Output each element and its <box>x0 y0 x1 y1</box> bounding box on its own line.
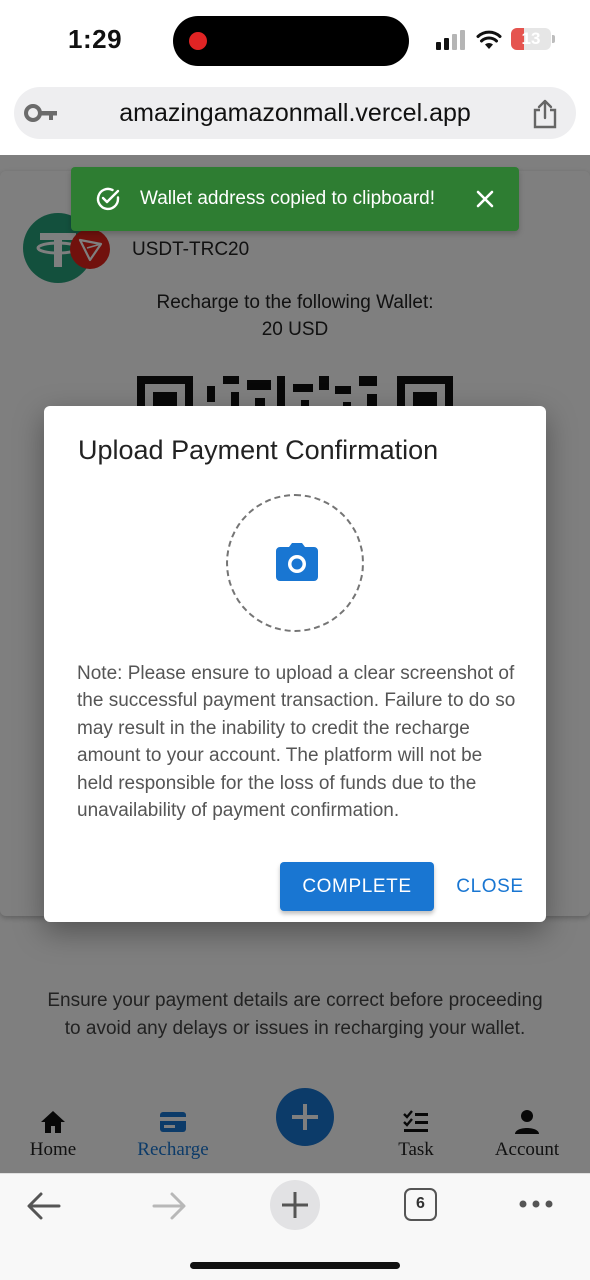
snackbar-message: Wallet address copied to clipboard! <box>140 188 436 209</box>
more-icon[interactable] <box>518 1194 554 1214</box>
status-bar: 1:29 13 <box>0 0 590 80</box>
forward-arrow-icon[interactable] <box>151 1191 187 1221</box>
tabs-button[interactable]: 6 <box>404 1188 437 1221</box>
plus-icon <box>282 1192 308 1218</box>
wifi-icon <box>476 30 502 49</box>
browser-toolbar: 6 <box>0 1173 590 1280</box>
upload-confirmation-dialog: Upload Payment Confirmation Note: Please… <box>44 406 546 922</box>
share-icon[interactable] <box>531 99 559 129</box>
battery-level: 13 <box>521 29 541 48</box>
dynamic-island <box>173 16 409 66</box>
key-icon[interactable] <box>24 103 58 123</box>
dialog-note: Note: Please ensure to upload a clear sc… <box>77 663 516 822</box>
home-indicator <box>190 1262 400 1269</box>
check-circle-icon <box>96 187 120 211</box>
battery-icon: 13 <box>511 28 555 50</box>
close-button[interactable]: CLOSE <box>444 862 536 911</box>
camera-icon <box>276 543 318 581</box>
status-time: 1:29 <box>68 24 123 54</box>
new-tab-button[interactable] <box>270 1180 320 1230</box>
recording-indicator <box>189 32 207 50</box>
dialog-title: Upload Payment Confirmation <box>78 435 439 465</box>
close-icon[interactable] <box>475 189 495 209</box>
success-snackbar: Wallet address copied to clipboard! <box>71 167 519 231</box>
cellular-signal-icon <box>436 30 466 50</box>
complete-button[interactable]: COMPLETE <box>280 862 434 911</box>
address-bar[interactable]: amazingamazonmall.vercel.app <box>14 87 576 139</box>
url-text[interactable]: amazingamazonmall.vercel.app <box>62 87 528 139</box>
upload-image-dropzone[interactable] <box>226 494 364 632</box>
page-content: USDT-TRC20 Recharge to the following Wal… <box>0 155 590 1173</box>
back-arrow-icon[interactable] <box>26 1191 62 1221</box>
